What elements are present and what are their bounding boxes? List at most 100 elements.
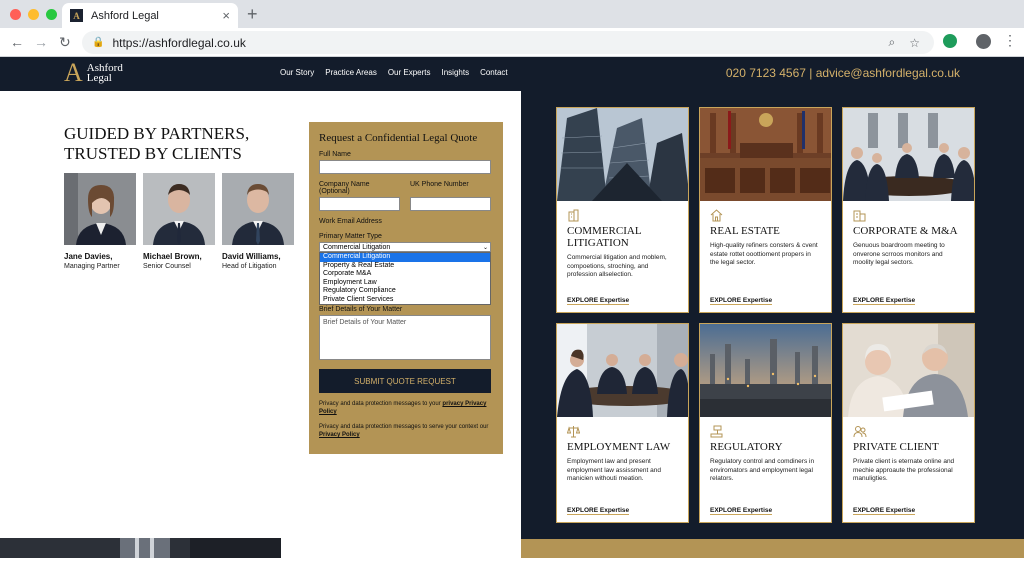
privacy-note-text: Privacy and data protection messages to …: [319, 401, 443, 407]
card-desc: Regulatory control and comdiners in envi…: [710, 458, 815, 482]
extension-icon[interactable]: [943, 34, 957, 48]
reload-icon[interactable]: ↻: [59, 34, 71, 51]
forward-icon[interactable]: →: [34, 34, 48, 50]
details-label: Brief Details of Your Matter: [319, 306, 403, 313]
team-member[interactable]: Michael Brown, Senior Counsel: [143, 173, 215, 270]
card-image: [700, 108, 831, 201]
card-body: Regulatory Regulatory control and comdin…: [700, 417, 831, 492]
browser-menu-icon[interactable]: ⋮: [1003, 32, 1017, 49]
matter-label: Primary Matter Type: [319, 233, 382, 240]
tab-close-icon[interactable]: ×: [222, 8, 230, 23]
card-body: Private Client Private client is eternat…: [843, 417, 974, 492]
people-icon: [853, 425, 964, 439]
card-body: Commercial Litigation Commercial litigat…: [557, 201, 688, 288]
practice-card-grid: Commercial Litigation Commercial litigat…: [556, 107, 975, 523]
details-textarea[interactable]: Brief Details of Your Matter: [319, 315, 491, 360]
matter-option[interactable]: Regulatory Compliance: [320, 287, 490, 296]
practice-areas-section: Commercial Litigation Commercial litigat…: [521, 91, 1024, 558]
scales-icon: [566, 425, 678, 439]
form-title: Request a Confidential Legal Quote: [319, 132, 478, 144]
back-icon[interactable]: ←: [10, 34, 24, 50]
card-desc: Genuous boardroom meeting to onverone sc…: [853, 242, 945, 266]
footer-gold-bar: [521, 539, 1024, 558]
profile-avatar-icon[interactable]: [976, 34, 991, 49]
privacy-note: Privacy and data protection messages to …: [319, 423, 493, 439]
matter-options-list: Commercial Litigation Property & Real Es…: [319, 252, 491, 305]
office-icon: [853, 209, 964, 223]
logo-mark-icon: A: [64, 58, 83, 87]
window-controls: [10, 9, 57, 20]
nav-contact[interactable]: Contact: [480, 68, 508, 77]
practice-card[interactable]: Commercial Litigation Commercial litigat…: [556, 107, 689, 313]
minimize-window-button[interactable]: [28, 9, 39, 20]
nav-practice-areas[interactable]: Practice Areas: [325, 68, 377, 77]
team-photo: [143, 173, 215, 245]
phone-input[interactable]: [410, 197, 491, 211]
team-role: Senior Counsel: [143, 263, 191, 270]
site-logo[interactable]: A Ashford Legal: [64, 60, 123, 86]
company-input[interactable]: [319, 197, 400, 211]
team-name: Michael Brown,: [143, 252, 202, 261]
privacy-policy-link[interactable]: Privacy Policy: [319, 432, 360, 438]
practice-card[interactable]: Employment Law Employment law and presen…: [556, 323, 689, 523]
lower-image-strip: [0, 538, 281, 558]
explore-expertise-link[interactable]: EXPLORE Expertise: [853, 507, 916, 515]
gavel-icon: [710, 425, 821, 439]
phone-label: UK Phone Number: [410, 181, 469, 188]
logo-text: Ashford Legal: [87, 63, 123, 84]
team-photo: [64, 173, 136, 245]
practice-card[interactable]: Private Client Private client is eternat…: [842, 323, 975, 523]
left-section: Guided by Partners, Trusted by Clients J…: [0, 91, 521, 558]
matter-selected-value: Commercial Litigation: [323, 243, 391, 251]
card-desc: High-quality refiners consters & cvent e…: [710, 242, 818, 266]
nav-our-story[interactable]: Our Story: [280, 68, 314, 77]
explore-expertise-link[interactable]: EXPLORE Expertise: [567, 297, 630, 305]
card-title: Commercial Litigation: [567, 225, 642, 249]
card-desc: Employment law and present employment la…: [567, 458, 661, 482]
practice-card[interactable]: Real Estate High-quality refiners conste…: [699, 107, 832, 313]
submit-quote-button[interactable]: Submit Quote Request: [319, 369, 491, 393]
team-role: Head of Litigation: [222, 263, 277, 270]
matter-option[interactable]: Private Client Services: [320, 296, 490, 305]
explore-expertise-link[interactable]: EXPLORE Expertise: [853, 297, 916, 305]
browser-chrome: A Ashford Legal × + ← → ↻ 🔒 https://ashf…: [0, 0, 1024, 57]
practice-card[interactable]: Regulatory Regulatory control and comdin…: [699, 323, 832, 523]
browser-tab[interactable]: A Ashford Legal ×: [62, 3, 238, 28]
card-body: Real Estate High-quality refiners conste…: [700, 201, 831, 276]
explore-expertise-link[interactable]: EXPLORE Expertise: [567, 507, 630, 515]
card-desc: Private client is eternate online and me…: [853, 458, 955, 482]
card-image: [700, 324, 831, 417]
matter-option[interactable]: Property & Real Estate: [320, 262, 490, 271]
house-icon: [710, 209, 821, 223]
nav-our-experts[interactable]: Our Experts: [388, 68, 431, 77]
zoom-icon[interactable]: ⌕: [889, 35, 896, 50]
explore-expertise-link[interactable]: EXPLORE Expertise: [710, 297, 773, 305]
explore-expertise-link[interactable]: EXPLORE Expertise: [710, 507, 773, 515]
privacy-note-text: Privacy and data protection messages to …: [319, 424, 489, 430]
hero-heading: Guided by Partners, Trusted by Clients: [64, 124, 249, 164]
header-contact[interactable]: 020 7123 4567 | advice@ashfordlegal.co.u…: [726, 66, 960, 80]
nav-insights[interactable]: Insights: [442, 68, 470, 77]
close-window-button[interactable]: [10, 9, 21, 20]
team-role: Managing Partner: [64, 263, 120, 270]
card-title: Regulatory: [710, 441, 783, 453]
card-title: Corporate & M&A: [853, 225, 958, 237]
maximize-window-button[interactable]: [46, 9, 57, 20]
matter-option[interactable]: Commercial Litigation: [320, 253, 490, 262]
team-member[interactable]: David Williams, Head of Litigation: [222, 173, 294, 270]
url-field[interactable]: 🔒 https://ashfordlegal.co.uk ⌕ ☆: [82, 31, 934, 54]
full-name-input[interactable]: [319, 160, 491, 174]
bookmark-star-icon[interactable]: ☆: [909, 36, 920, 50]
card-desc: Commercial litigation and moblem, compoe…: [567, 254, 667, 278]
card-image: [557, 324, 688, 417]
team-member[interactable]: Jane Davies, Managing Partner: [64, 173, 136, 270]
matter-option[interactable]: Corporate M&A: [320, 270, 490, 279]
card-title: Private Client: [853, 441, 939, 453]
company-label: Company Name (Optional): [319, 181, 370, 195]
new-tab-button[interactable]: +: [247, 4, 258, 25]
matter-select[interactable]: Commercial Litigation ⌄: [319, 242, 491, 252]
card-image: [843, 324, 974, 417]
matter-option[interactable]: Employment Law: [320, 279, 490, 288]
practice-card[interactable]: Corporate & M&A Genuous boardroom meetin…: [842, 107, 975, 313]
team-name: Jane Davies,: [64, 252, 113, 261]
